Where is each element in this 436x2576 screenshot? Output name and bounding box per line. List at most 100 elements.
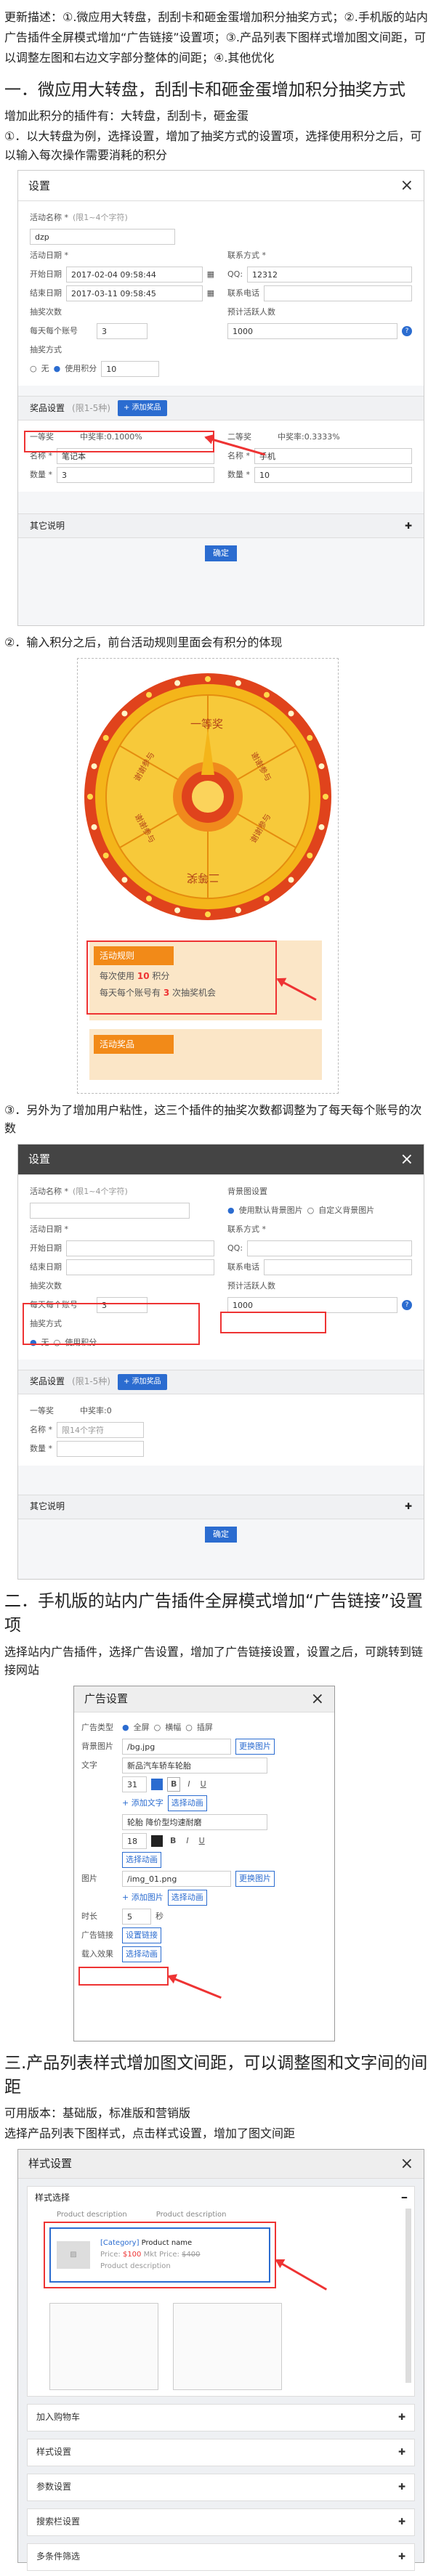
end-date-input[interactable]: 2017-03-11 09:58:45	[66, 285, 203, 302]
expand-icon[interactable]: ✚	[405, 1500, 412, 1513]
other-section-bar[interactable]: 其它说明 ✚	[18, 1494, 424, 1519]
contact-phone-input[interactable]	[264, 1259, 412, 1275]
calendar-icon[interactable]: ▦	[207, 287, 214, 300]
style-option-card[interactable]: ▨ [Category] Product name Price: $100 Mk…	[49, 2227, 270, 2283]
radio-popup[interactable]: ○	[185, 1721, 193, 1734]
style-option-3[interactable]	[173, 2302, 282, 2390]
wheel-seg-bottom: 二等奖	[187, 871, 220, 885]
style-option-highlight[interactable]: ▨ [Category] Product name Price: $100 Mk…	[44, 2221, 276, 2288]
color-swatch[interactable]	[151, 1835, 163, 1847]
ad-text1-input[interactable]: 新品汽车轿车轮胎	[122, 1757, 267, 1773]
help-icon[interactable]: ?	[402, 1299, 412, 1310]
contact-label: 联系方式 *	[227, 251, 266, 261]
expected-input[interactable]: 1000	[227, 1296, 397, 1313]
scrollbar[interactable]	[405, 2208, 411, 2383]
add-prize-button[interactable]: + 添加奖品	[117, 1373, 167, 1390]
font-size-2[interactable]: 18	[122, 1832, 147, 1849]
wheel-bulb	[307, 734, 313, 741]
expand-icon[interactable]: ✚	[405, 519, 412, 533]
ok-button[interactable]: 确定	[205, 545, 237, 562]
style-option-2[interactable]	[49, 2302, 158, 2390]
end-date-input[interactable]	[66, 1259, 214, 1275]
section3-version-text: 可用版本：基础版，标准版和营销版	[4, 2106, 191, 2121]
collapse-icon[interactable]: ━	[402, 2191, 407, 2205]
section1-step2-text: ②．输入积分之后，前台活动规则里面会有积分的体现	[4, 635, 283, 650]
underline-button[interactable]: U	[196, 1835, 208, 1848]
add-img-link[interactable]: + 添加图片	[122, 1891, 164, 1904]
prize2-qty-input[interactable]: 10	[254, 467, 412, 484]
bg-setting-label: 背景图设置	[227, 1187, 267, 1197]
accordion-multi-filter[interactable]: 多条件筛选 ✚	[27, 2543, 415, 2571]
prize1-qty-label: 数量 *	[30, 1444, 52, 1454]
mkt-price-value: $400	[182, 2250, 201, 2259]
section1-step3-text: ③．另外为了增加用户粘性，这三个插件的抽奖次数都调整为了每天每个账号的次数	[4, 1102, 422, 1136]
ok-button[interactable]: 确定	[205, 1526, 237, 1543]
anim-button-1[interactable]: 选择动画	[167, 1795, 207, 1811]
font-size-1[interactable]: 31	[122, 1776, 147, 1792]
qq-input[interactable]: 12312	[247, 267, 412, 283]
ad-text2-input[interactable]: 轮胎 降价型均速耐磨	[122, 1813, 267, 1830]
category-text: [Category]	[100, 2238, 140, 2247]
ad-bg-input[interactable]: /bg.jpg	[122, 1738, 231, 1755]
dialog-title-bar: 设置 ×	[18, 171, 424, 202]
italic-button[interactable]: I	[185, 1778, 193, 1791]
bold-button[interactable]: B	[167, 1776, 181, 1792]
style-settings-screenshot: 样式设置 × 样式选择 ━ Product description Product …	[17, 2148, 424, 2571]
help-icon[interactable]: ?	[402, 326, 412, 337]
ad-settings-screenshot: 广告设置 × 广告类型 ● 全屏 ○ 横幅 ○ 插屏 背景图片/bg.jpg 更换图片 文字新…	[73, 1685, 335, 2041]
radio-bg-default[interactable]: ●	[227, 1204, 235, 1217]
set-link-button[interactable]: 设置链接	[122, 1927, 161, 1943]
contact-phone-input[interactable]	[264, 285, 412, 302]
other-section-bar[interactable]: 其它说明 ✚	[18, 513, 424, 539]
start-date-input[interactable]	[66, 1240, 214, 1256]
add-text-link[interactable]: + 添加文字	[122, 1797, 164, 1810]
activity-name-input[interactable]: dzp	[30, 229, 175, 245]
prize2-name-input[interactable]: 手机	[254, 448, 412, 465]
prize1-qty-input[interactable]: 3	[57, 467, 214, 484]
activity-name-input[interactable]	[30, 1202, 190, 1219]
wheel-bulb	[264, 895, 270, 902]
dialog-title: 设置	[28, 1153, 51, 1166]
anim-button-3[interactable]: 选择动画	[167, 1889, 207, 1906]
color-swatch[interactable]	[151, 1778, 163, 1790]
bold-button[interactable]: B	[167, 1835, 179, 1848]
expand-icon[interactable]: ✚	[398, 2480, 405, 2494]
close-icon[interactable]: ×	[400, 2151, 413, 2177]
bg-custom-label: 自定义背景图片	[318, 1206, 375, 1216]
accordion-add-cart[interactable]: 加入购物车 ✚	[27, 2403, 415, 2431]
add-prize-button[interactable]: + 添加奖品	[117, 400, 167, 417]
radio-banner[interactable]: ○	[154, 1721, 161, 1734]
radio-none[interactable]: ○	[30, 362, 37, 375]
expand-icon[interactable]: ✚	[398, 2445, 405, 2459]
rules-highlight-box	[86, 940, 277, 1015]
wheel-bulb	[205, 911, 211, 917]
enter-effect-button[interactable]: 选择动画	[122, 1946, 161, 1962]
ad-img-input[interactable]: /img_01.png	[122, 1870, 231, 1887]
accordion-search-settings[interactable]: 搜索栏设置 ✚	[27, 2508, 415, 2536]
points-input[interactable]: 10	[101, 361, 160, 378]
expected-input[interactable]: 1000	[227, 323, 397, 340]
close-icon[interactable]: ×	[311, 1686, 324, 1712]
prize1-name-input[interactable]: 限14个字符	[57, 1421, 144, 1438]
prize1-qty-input[interactable]	[57, 1440, 144, 1457]
expand-icon[interactable]: ✚	[398, 2550, 405, 2564]
radio-bg-custom[interactable]: ○	[307, 1204, 315, 1217]
duration-input[interactable]: 5	[122, 1908, 151, 1925]
expand-icon[interactable]: ✚	[398, 2515, 405, 2529]
qq-input[interactable]	[247, 1240, 412, 1256]
italic-button[interactable]: I	[183, 1835, 191, 1848]
calendar-icon[interactable]: ▦	[207, 268, 214, 281]
anim-button-2[interactable]: 选择动画	[122, 1851, 161, 1868]
change-img-button[interactable]: 更换图片	[235, 1870, 275, 1887]
radio-points[interactable]: ●	[54, 362, 61, 375]
change-bg-button[interactable]: 更换图片	[235, 1738, 275, 1755]
start-date-input[interactable]: 2017-02-04 09:58:44	[66, 267, 203, 283]
accordion-param-settings[interactable]: 参数设置 ✚	[27, 2473, 415, 2501]
close-icon[interactable]: ×	[400, 173, 413, 198]
close-icon[interactable]: ×	[400, 1147, 413, 1172]
expand-icon[interactable]: ✚	[398, 2410, 405, 2424]
radio-full[interactable]: ●	[122, 1721, 129, 1734]
per-account-input[interactable]: 3	[97, 323, 148, 340]
accordion-style-settings[interactable]: 样式设置 ✚	[27, 2438, 415, 2466]
underline-button[interactable]: U	[198, 1778, 209, 1791]
